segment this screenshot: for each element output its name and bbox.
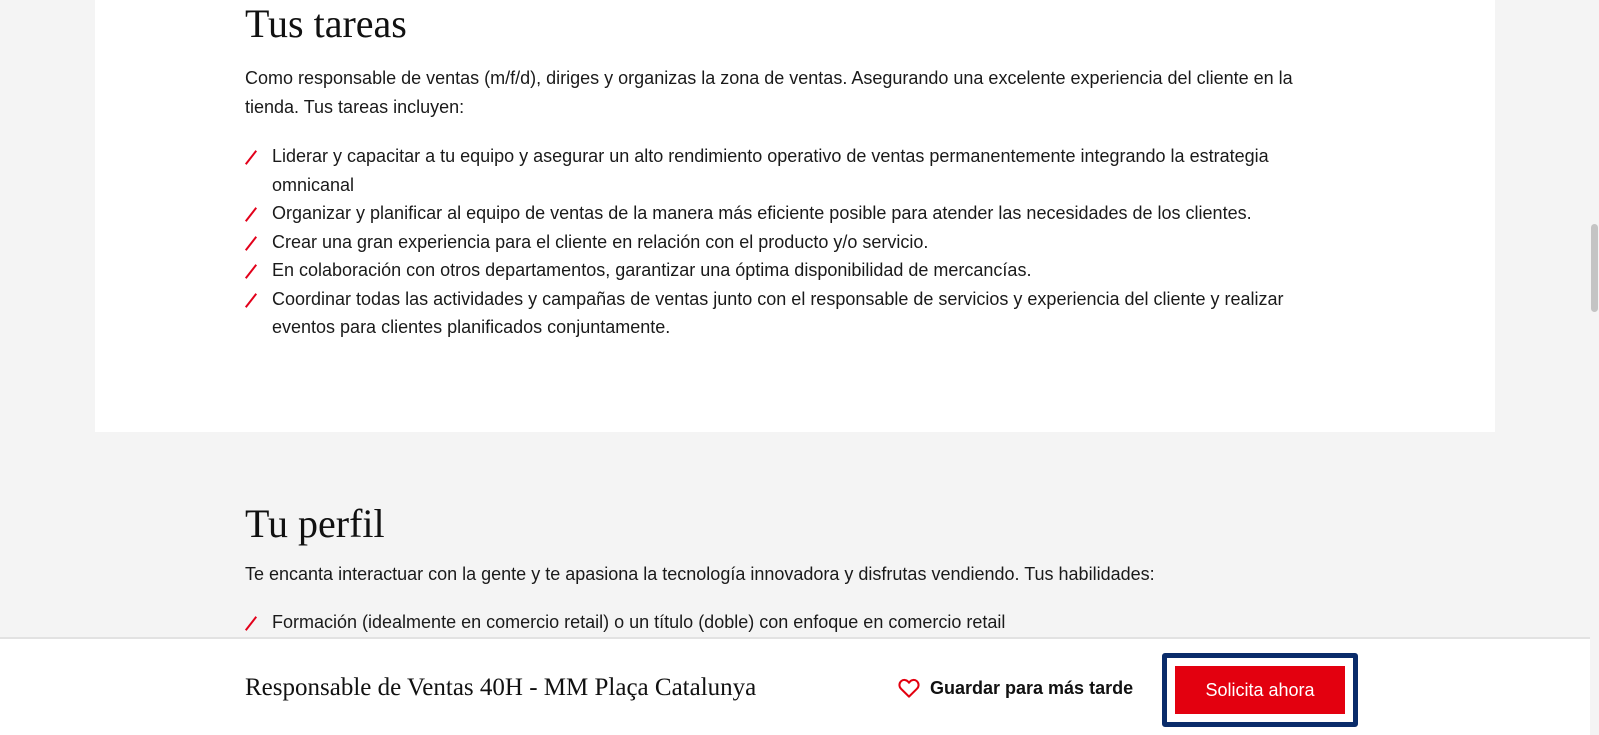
sticky-apply-bar: Responsable de Ventas 40H - MM Plaça Cat… <box>0 637 1590 735</box>
slash-bullet-icon <box>244 207 258 222</box>
heart-icon <box>898 678 920 698</box>
list-item-text: Formación (idealmente en comercio retail… <box>272 612 1006 632</box>
apply-now-button[interactable]: Solicita ahora <box>1175 666 1345 714</box>
tasks-intro-text: Como responsable de ventas (m/f/d), diri… <box>245 68 1293 117</box>
slash-bullet-icon <box>244 235 258 251</box>
slash-bullet-icon <box>244 292 258 308</box>
list-item-text: Organizar y planificar al equipo de vent… <box>272 203 1252 223</box>
page-scrollbar[interactable] <box>1590 0 1599 735</box>
profile-list: Formación (idealmente en comercio retail… <box>244 608 1325 637</box>
profile-heading: Tu perfil <box>245 501 385 546</box>
save-for-later-label: Guardar para más tarde <box>930 677 1134 698</box>
job-title: Responsable de Ventas 40H - MM Plaça Cat… <box>245 674 757 701</box>
profile-intro-text: Te encanta interactuar con la gente y te… <box>245 564 1155 584</box>
scrollbar-thumb[interactable] <box>1591 224 1598 312</box>
list-item-text: Crear una gran experiencia para el clien… <box>272 231 929 252</box>
list-item: Formación (idealmente en comercio retail… <box>244 608 1325 637</box>
tasks-list: Liderar y capacitar a tu equipo y asegur… <box>244 142 1325 342</box>
list-item: Organizar y planificar al equipo de vent… <box>244 199 1325 228</box>
tasks-heading: Tus tareas <box>245 1 407 46</box>
list-item: Crear una gran experiencia para el clien… <box>244 228 1325 257</box>
list-item: En colaboración con otros departamentos,… <box>244 256 1325 285</box>
slash-bullet-icon <box>244 150 258 165</box>
list-item-text: En colaboración con otros departamentos,… <box>272 260 1032 280</box>
slash-bullet-icon <box>244 264 258 279</box>
list-item-text: Coordinar todas las actividades y campañ… <box>272 288 1284 338</box>
list-item: Liderar y capacitar a tu equipo y asegur… <box>244 142 1325 199</box>
save-for-later-button[interactable]: Guardar para más tarde <box>898 674 1133 702</box>
slash-bullet-icon <box>244 616 258 631</box>
list-item: Coordinar todas las actividades y campañ… <box>244 285 1325 342</box>
list-item-text: Liderar y capacitar a tu equipo y asegur… <box>272 146 1269 195</box>
apply-button-focus-outline: Solicita ahora <box>1162 653 1358 727</box>
